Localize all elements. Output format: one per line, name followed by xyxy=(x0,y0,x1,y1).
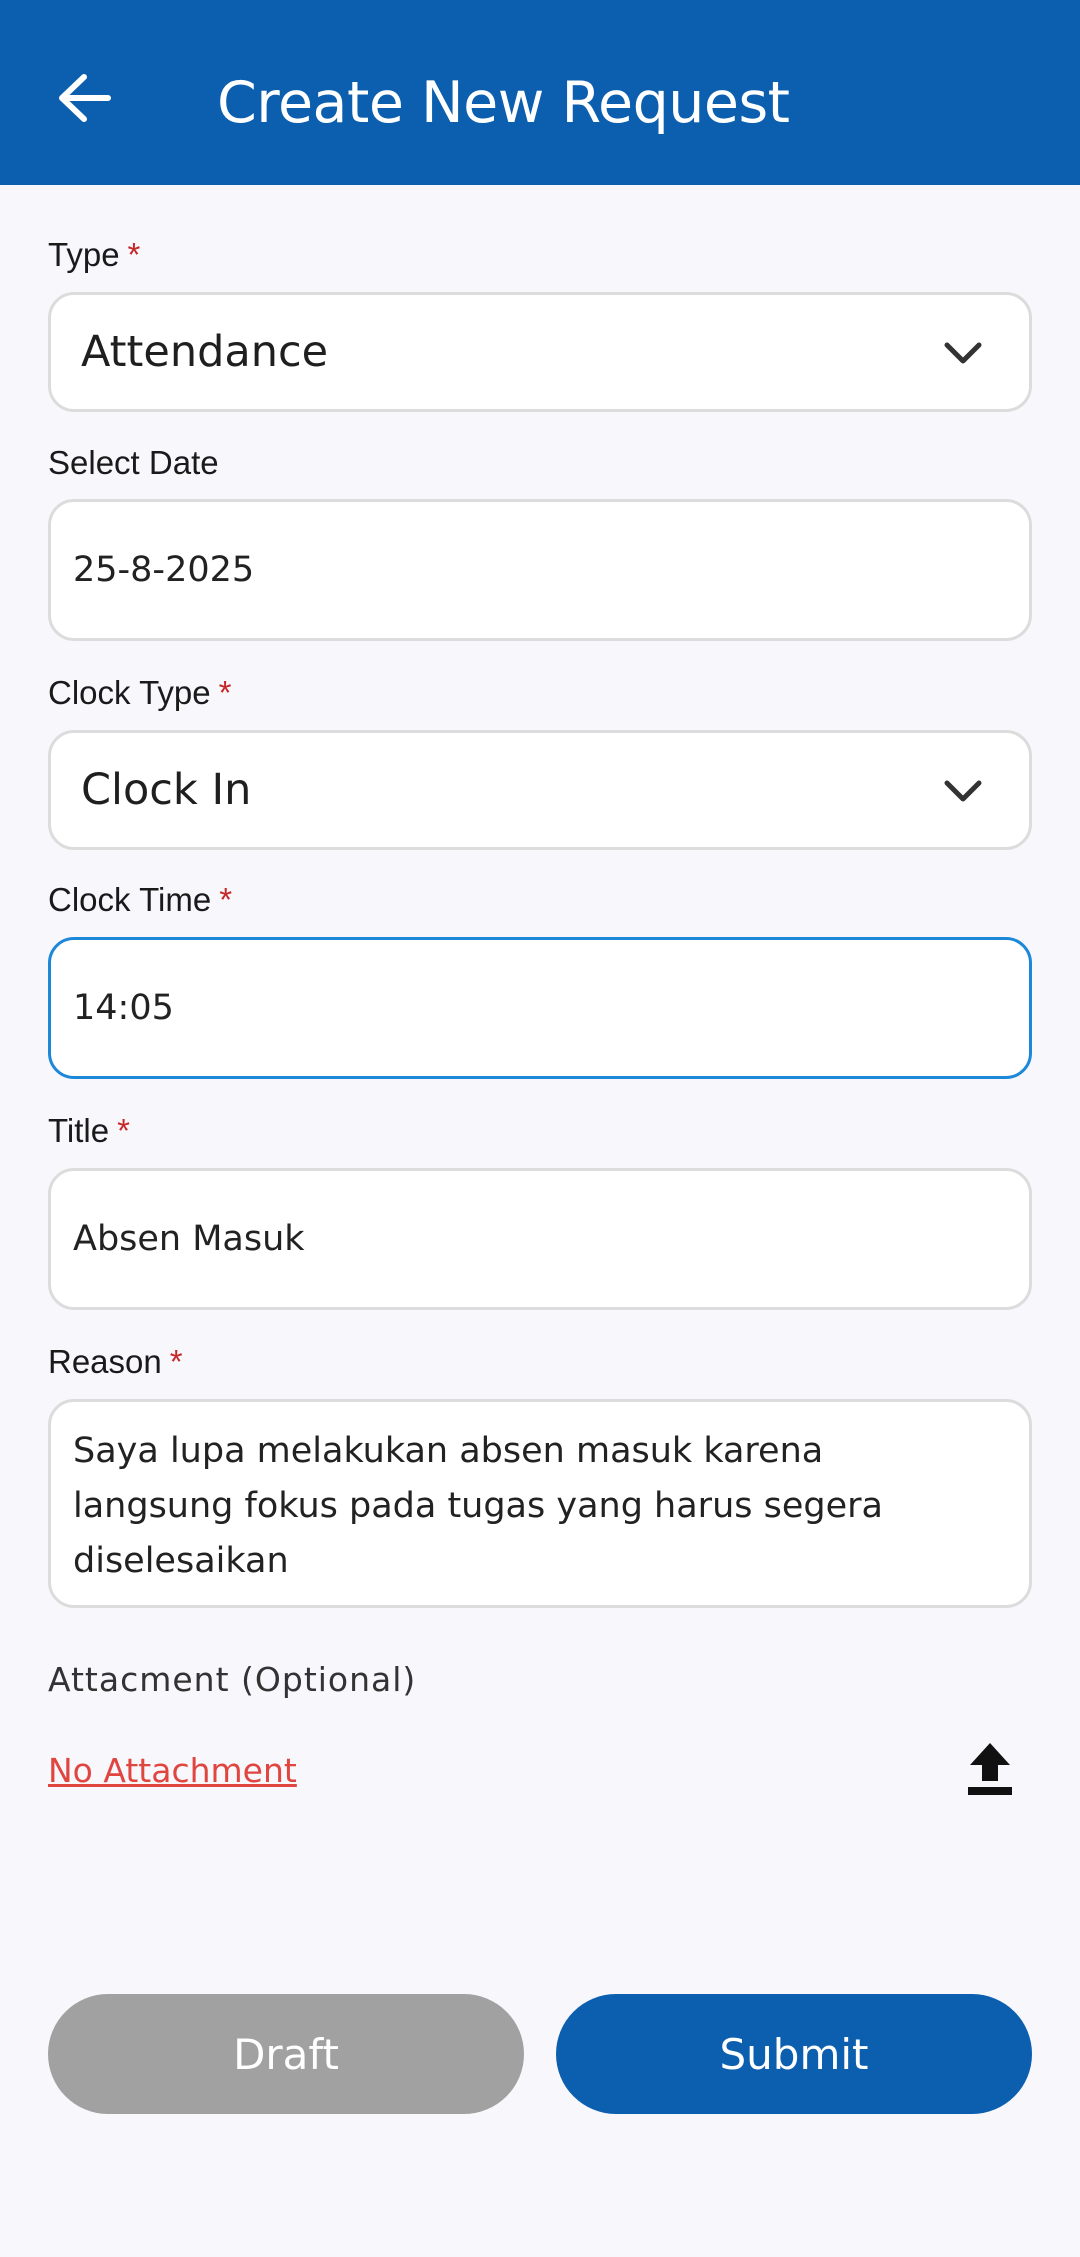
clock-type-label-text: Clock Type xyxy=(48,674,211,711)
reason-text: Saya lupa melakukan absen masuk karena l… xyxy=(73,1424,883,1589)
date-label: Select Date xyxy=(48,443,219,483)
upload-icon xyxy=(968,1743,1012,1795)
date-field[interactable]: 25-8-2025 xyxy=(48,499,1032,641)
clock-time-field[interactable]: 14:05 xyxy=(48,937,1032,1079)
page-title: Create New Request xyxy=(217,70,790,136)
required-marker: * xyxy=(169,1343,183,1380)
required-marker: * xyxy=(127,236,141,273)
type-label-text: Type xyxy=(48,236,120,273)
title-label-text: Title xyxy=(48,1112,110,1149)
reason-label: Reason * xyxy=(48,1342,183,1382)
upload-button[interactable] xyxy=(958,1737,1022,1801)
draft-button[interactable]: Draft xyxy=(48,1994,524,2114)
clock-time-label: Clock Time * xyxy=(48,880,232,920)
required-marker: * xyxy=(218,674,232,711)
app-bar: Create New Request xyxy=(0,0,1080,185)
chevron-down-icon xyxy=(944,342,982,364)
submit-button[interactable]: Submit xyxy=(556,1994,1032,2114)
required-marker: * xyxy=(219,881,233,918)
chevron-down-icon xyxy=(944,780,982,802)
date-label-text: Select Date xyxy=(48,444,219,481)
attachment-label: Attacment (Optional) xyxy=(48,1660,417,1699)
clock-time-field-value: 14:05 xyxy=(73,988,174,1028)
back-button[interactable] xyxy=(48,62,120,134)
title-label: Title * xyxy=(48,1111,130,1151)
clock-type-select[interactable]: Clock In xyxy=(48,730,1032,850)
reason-line: Saya lupa melakukan absen masuk karena xyxy=(73,1431,824,1471)
reason-line: diselesaikan xyxy=(73,1541,289,1581)
reason-label-text: Reason xyxy=(48,1343,162,1380)
clock-type-label: Clock Type * xyxy=(48,673,231,713)
required-marker: * xyxy=(117,1112,130,1149)
date-field-value: 25-8-2025 xyxy=(73,550,255,590)
type-select[interactable]: Attendance xyxy=(48,292,1032,412)
arrow-left-icon xyxy=(59,74,111,122)
reason-line: langsung fokus pada tugas yang harus seg… xyxy=(73,1486,883,1526)
clock-type-select-value: Clock In xyxy=(81,765,252,815)
type-label: Type * xyxy=(48,235,140,275)
reason-textarea[interactable]: Saya lupa melakukan absen masuk karena l… xyxy=(48,1399,1032,1608)
title-field-value: Absen Masuk xyxy=(73,1219,305,1259)
clock-time-label-text: Clock Time xyxy=(48,881,212,918)
type-select-value: Attendance xyxy=(81,327,329,377)
no-attachment-link[interactable]: No Attachment xyxy=(48,1751,297,1790)
title-field[interactable]: Absen Masuk xyxy=(48,1168,1032,1310)
